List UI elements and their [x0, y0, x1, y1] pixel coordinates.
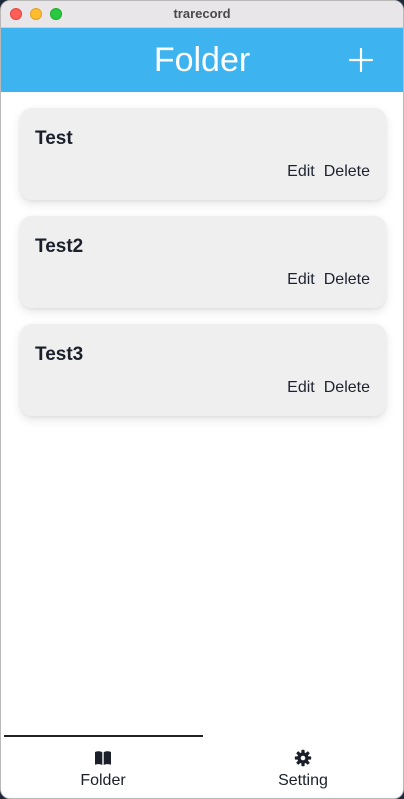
folder-card[interactable]: Test3 Edit Delete — [20, 324, 386, 416]
folder-name: Test — [35, 128, 73, 149]
delete-button[interactable]: Delete — [324, 379, 370, 397]
tab-setting[interactable]: Setting — [203, 735, 403, 798]
folder-name: Test2 — [35, 236, 84, 257]
folder-card[interactable]: Test2 Edit Delete — [20, 216, 386, 308]
delete-button[interactable]: Delete — [324, 271, 370, 289]
edit-button[interactable]: Edit — [287, 379, 315, 397]
title-bar: trarecord — [1, 1, 403, 28]
page-title: Folder — [153, 41, 251, 79]
window-title: trarecord — [173, 6, 231, 21]
add-folder-button[interactable] — [347, 46, 375, 74]
app-window: trarecord Folder Test Edit Delete Test2 … — [0, 0, 404, 799]
folder-name: Test3 — [35, 344, 84, 365]
folder-actions: Edit Delete — [287, 163, 370, 181]
tab-folder[interactable]: Folder — [3, 735, 203, 798]
folder-list: Test Edit Delete Test2 Edit Delete Test3… — [20, 108, 386, 432]
folder-actions: Edit Delete — [287, 379, 370, 397]
folder-actions: Edit Delete — [287, 271, 370, 289]
app-header: Folder — [1, 28, 403, 92]
edit-button[interactable]: Edit — [287, 163, 315, 181]
book-icon — [95, 751, 111, 765]
tab-setting-label: Setting — [278, 772, 328, 789]
edit-button[interactable]: Edit — [287, 271, 315, 289]
plus-icon — [348, 47, 374, 73]
folder-card[interactable]: Test Edit Delete — [20, 108, 386, 200]
delete-button[interactable]: Delete — [324, 163, 370, 181]
gear-icon — [294, 749, 312, 767]
tab-folder-label: Folder — [80, 772, 126, 789]
bottom-navigation: Folder Setting — [1, 735, 403, 798]
